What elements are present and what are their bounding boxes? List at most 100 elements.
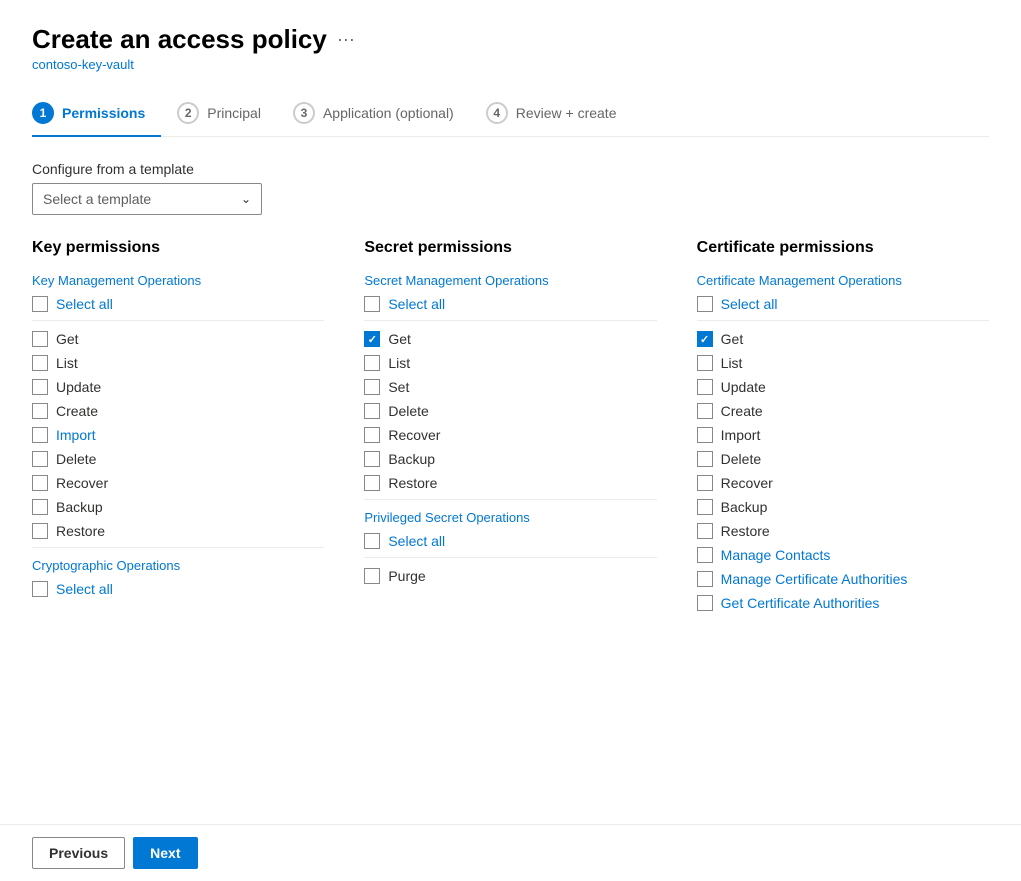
secret-get-label[interactable]: Get <box>388 331 411 347</box>
key-backup-label[interactable]: Backup <box>56 499 103 515</box>
secret-get-checkbox[interactable] <box>364 331 380 347</box>
cert-get-ca-row[interactable]: Get Certificate Authorities <box>697 595 989 611</box>
key-select-all-checkbox[interactable] <box>32 296 48 312</box>
cert-get-checkbox[interactable] <box>697 331 713 347</box>
secret-set-row[interactable]: Set <box>364 379 656 395</box>
cert-update-label[interactable]: Update <box>721 379 766 395</box>
secret-purge-row[interactable]: Purge <box>364 568 656 584</box>
cert-restore-row[interactable]: Restore <box>697 523 989 539</box>
more-options-icon[interactable]: ··· <box>337 29 355 50</box>
step-review[interactable]: 4 Review + create <box>486 92 633 136</box>
cert-delete-row[interactable]: Delete <box>697 451 989 467</box>
cert-list-label[interactable]: List <box>721 355 743 371</box>
secret-delete-row[interactable]: Delete <box>364 403 656 419</box>
cert-get-ca-label[interactable]: Get Certificate Authorities <box>721 595 880 611</box>
key-update-checkbox[interactable] <box>32 379 48 395</box>
cert-update-checkbox[interactable] <box>697 379 713 395</box>
secret-purge-checkbox[interactable] <box>364 568 380 584</box>
cert-create-row[interactable]: Create <box>697 403 989 419</box>
key-import-checkbox[interactable] <box>32 427 48 443</box>
key-list-label[interactable]: List <box>56 355 78 371</box>
secret-recover-row[interactable]: Recover <box>364 427 656 443</box>
cert-get-row[interactable]: Get <box>697 331 989 347</box>
cert-select-all-checkbox[interactable] <box>697 296 713 312</box>
cert-restore-label[interactable]: Restore <box>721 523 770 539</box>
secret-delete-checkbox[interactable] <box>364 403 380 419</box>
cert-backup-checkbox[interactable] <box>697 499 713 515</box>
key-backup-checkbox[interactable] <box>32 499 48 515</box>
secret-select-all-row[interactable]: Select all <box>364 296 656 312</box>
secret-restore-row[interactable]: Restore <box>364 475 656 491</box>
key-delete-row[interactable]: Delete <box>32 451 324 467</box>
key-get-label[interactable]: Get <box>56 331 79 347</box>
priv-select-all-row[interactable]: Select all <box>364 533 656 549</box>
cert-select-all-label[interactable]: Select all <box>721 296 778 312</box>
secret-select-all-label[interactable]: Select all <box>388 296 445 312</box>
secret-get-row[interactable]: Get <box>364 331 656 347</box>
step-principal[interactable]: 2 Principal <box>177 92 277 136</box>
key-create-row[interactable]: Create <box>32 403 324 419</box>
next-button[interactable]: Next <box>133 837 197 869</box>
secret-restore-checkbox[interactable] <box>364 475 380 491</box>
secret-set-checkbox[interactable] <box>364 379 380 395</box>
secret-list-row[interactable]: List <box>364 355 656 371</box>
key-select-all-label[interactable]: Select all <box>56 296 113 312</box>
secret-select-all-checkbox[interactable] <box>364 296 380 312</box>
secret-recover-label[interactable]: Recover <box>388 427 440 443</box>
cert-manage-ca-checkbox[interactable] <box>697 571 713 587</box>
key-select-all-row[interactable]: Select all <box>32 296 324 312</box>
cert-get-label[interactable]: Get <box>721 331 744 347</box>
cert-select-all-row[interactable]: Select all <box>697 296 989 312</box>
cert-import-row[interactable]: Import <box>697 427 989 443</box>
key-delete-checkbox[interactable] <box>32 451 48 467</box>
key-create-label[interactable]: Create <box>56 403 98 419</box>
key-delete-label[interactable]: Delete <box>56 451 96 467</box>
cert-list-row[interactable]: List <box>697 355 989 371</box>
cert-import-label[interactable]: Import <box>721 427 761 443</box>
breadcrumb[interactable]: contoso-key-vault <box>32 57 989 72</box>
cert-backup-label[interactable]: Backup <box>721 499 768 515</box>
cert-delete-label[interactable]: Delete <box>721 451 761 467</box>
previous-button[interactable]: Previous <box>32 837 125 869</box>
secret-recover-checkbox[interactable] <box>364 427 380 443</box>
crypto-select-all-label[interactable]: Select all <box>56 581 113 597</box>
crypto-select-all-row[interactable]: Select all <box>32 581 324 597</box>
cert-update-row[interactable]: Update <box>697 379 989 395</box>
key-list-row[interactable]: List <box>32 355 324 371</box>
secret-list-checkbox[interactable] <box>364 355 380 371</box>
step-application[interactable]: 3 Application (optional) <box>293 92 470 136</box>
cert-manage-contacts-checkbox[interactable] <box>697 547 713 563</box>
key-list-checkbox[interactable] <box>32 355 48 371</box>
cert-recover-checkbox[interactable] <box>697 475 713 491</box>
key-update-row[interactable]: Update <box>32 379 324 395</box>
step-permissions[interactable]: 1 Permissions <box>32 92 161 136</box>
cert-create-checkbox[interactable] <box>697 403 713 419</box>
secret-backup-label[interactable]: Backup <box>388 451 435 467</box>
key-restore-row[interactable]: Restore <box>32 523 324 539</box>
priv-select-all-checkbox[interactable] <box>364 533 380 549</box>
template-select-dropdown[interactable]: Select a template ⌄ <box>32 183 262 215</box>
cert-recover-row[interactable]: Recover <box>697 475 989 491</box>
key-restore-checkbox[interactable] <box>32 523 48 539</box>
cert-import-checkbox[interactable] <box>697 427 713 443</box>
cert-delete-checkbox[interactable] <box>697 451 713 467</box>
cert-create-label[interactable]: Create <box>721 403 763 419</box>
key-get-checkbox[interactable] <box>32 331 48 347</box>
secret-restore-label[interactable]: Restore <box>388 475 437 491</box>
cert-list-checkbox[interactable] <box>697 355 713 371</box>
secret-delete-label[interactable]: Delete <box>388 403 428 419</box>
cert-manage-contacts-row[interactable]: Manage Contacts <box>697 547 989 563</box>
key-update-label[interactable]: Update <box>56 379 101 395</box>
key-recover-row[interactable]: Recover <box>32 475 324 491</box>
key-backup-row[interactable]: Backup <box>32 499 324 515</box>
key-import-row[interactable]: Import <box>32 427 324 443</box>
key-recover-checkbox[interactable] <box>32 475 48 491</box>
cert-recover-label[interactable]: Recover <box>721 475 773 491</box>
key-create-checkbox[interactable] <box>32 403 48 419</box>
cert-manage-ca-row[interactable]: Manage Certificate Authorities <box>697 571 989 587</box>
crypto-select-all-checkbox[interactable] <box>32 581 48 597</box>
cert-backup-row[interactable]: Backup <box>697 499 989 515</box>
key-get-row[interactable]: Get <box>32 331 324 347</box>
secret-set-label[interactable]: Set <box>388 379 409 395</box>
priv-select-all-label[interactable]: Select all <box>388 533 445 549</box>
